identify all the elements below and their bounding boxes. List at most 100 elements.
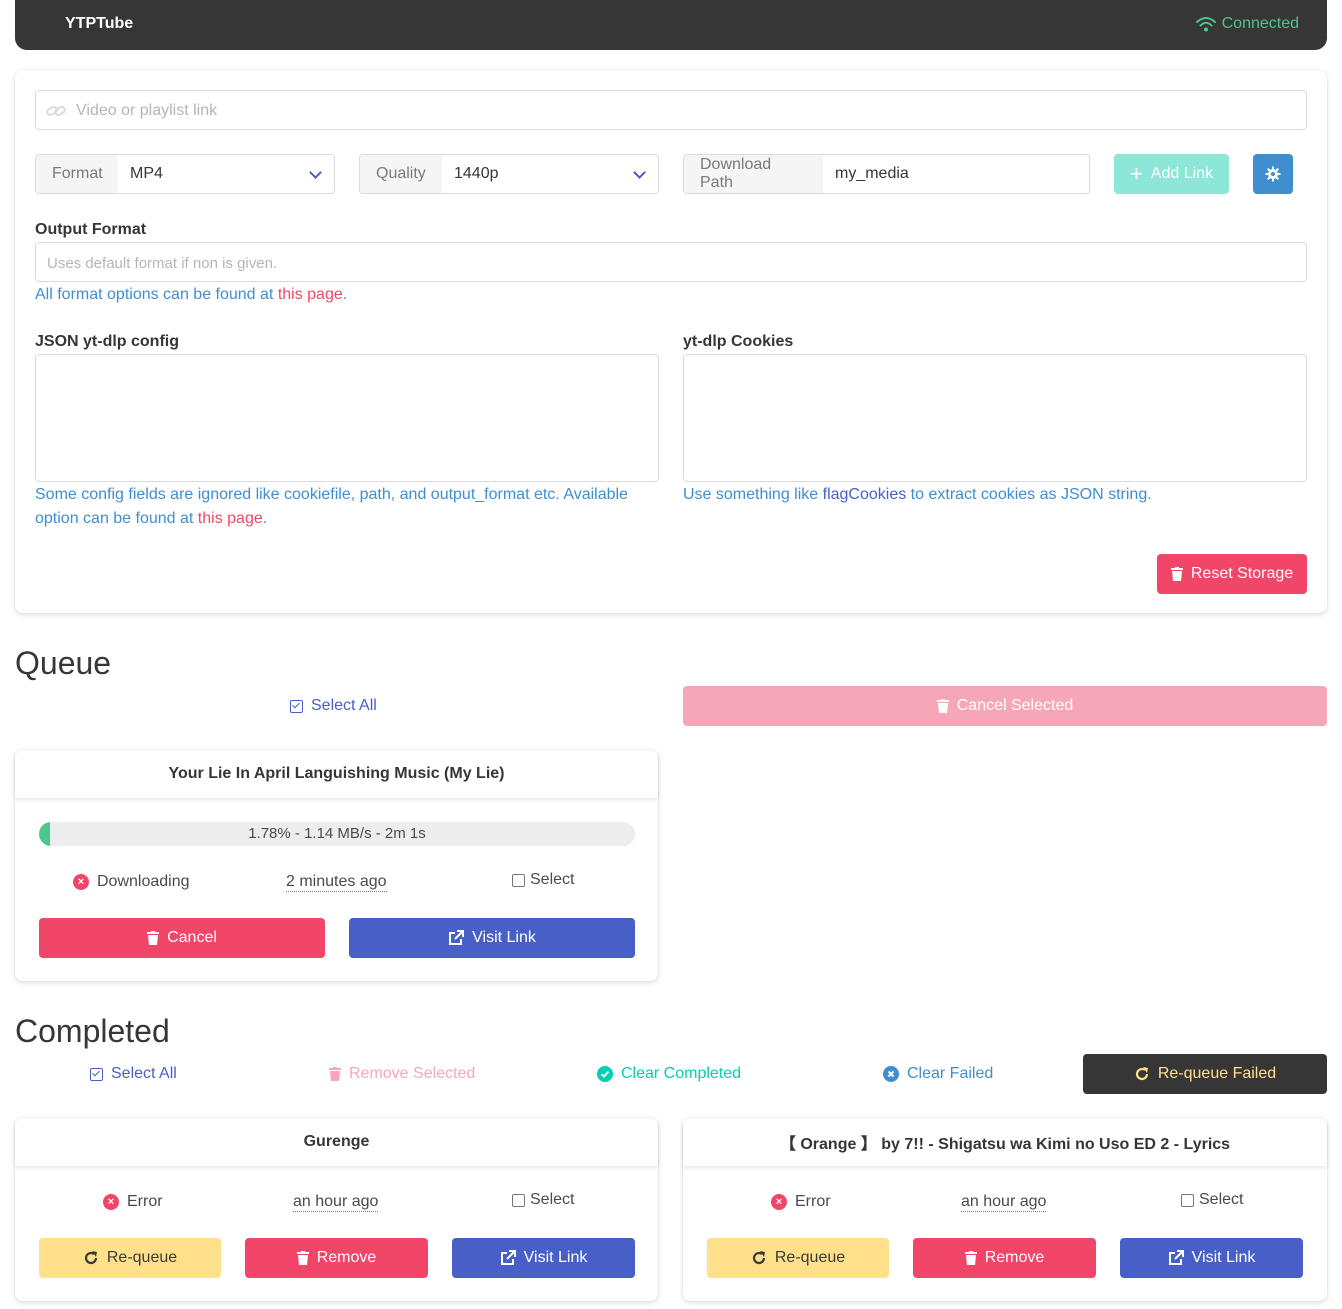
queue-item-select[interactable]: Select <box>512 871 574 889</box>
x-circle-icon <box>883 1066 899 1082</box>
requeue-button[interactable]: Re-queue <box>39 1238 221 1278</box>
format-select[interactable]: MP4 <box>118 154 335 194</box>
remove-selected-label: Remove Selected <box>349 1065 476 1082</box>
completed-status-label: Error <box>127 1193 163 1210</box>
redo-icon <box>1135 1067 1148 1081</box>
completed-select-label: Select <box>1199 1191 1244 1208</box>
config-help-text: Some config fields are ignored like cook… <box>35 486 628 527</box>
requeue-button[interactable]: Re-queue <box>707 1238 889 1278</box>
redo-icon <box>84 1251 97 1265</box>
check-circle-icon <box>597 1066 613 1082</box>
remove-selected-button[interactable]: Remove Selected <box>329 1065 475 1083</box>
progress-text: 1.78% - 1.14 MB/s - 2m 1s <box>248 825 426 842</box>
visit-link-label: Visit Link <box>523 1249 588 1266</box>
completed-item-time: an hour ago <box>961 1193 1047 1212</box>
plus-icon: + <box>1129 161 1143 186</box>
queue-visit-button[interactable]: Visit Link <box>349 918 635 958</box>
clear-failed-button[interactable]: Clear Failed <box>883 1065 993 1083</box>
visit-link-label: Visit Link <box>1191 1249 1256 1266</box>
config-help-suffix: . <box>262 510 268 527</box>
cancel-selected-button[interactable]: Cancel Selected <box>683 686 1327 726</box>
cookies-label: yt-dlp Cookies <box>683 333 794 350</box>
clear-failed-label: Clear Failed <box>907 1065 994 1082</box>
redo-icon <box>752 1251 765 1265</box>
completed-item-select[interactable]: Select <box>1181 1191 1243 1209</box>
remove-label: Remove <box>984 1249 1045 1266</box>
completed-select-label: Select <box>530 1191 575 1208</box>
url-input[interactable]: Video or playlist link <box>35 90 1307 130</box>
completed-item-title: 【 Orange 】 by 7!! - Shigatsu wa Kimi no … <box>683 1118 1327 1166</box>
cookies-help-suffix: to extract cookies as JSON string. <box>906 486 1152 503</box>
cookies-help-link[interactable]: flagCookies <box>823 486 907 503</box>
quality-value: 1440p <box>454 165 499 182</box>
completed-status-label: Error <box>795 1193 831 1210</box>
trash-icon <box>1170 567 1183 581</box>
output-help-link[interactable]: this page <box>278 286 343 303</box>
requeue-label: Re-queue <box>774 1249 846 1266</box>
cancel-selected-label: Cancel Selected <box>956 697 1074 714</box>
wifi-icon <box>1195 17 1216 32</box>
trash-icon <box>936 699 949 713</box>
queue-status-label: Downloading <box>97 873 190 890</box>
remove-button[interactable]: Remove <box>913 1238 1096 1278</box>
chevron-down-icon <box>633 166 646 179</box>
external-link-icon <box>500 1250 516 1265</box>
path-input[interactable]: my_media <box>823 154 1090 194</box>
completed-item-time: an hour ago <box>293 1193 379 1212</box>
completed-select-all-label: Select All <box>111 1065 177 1082</box>
reset-storage-label: Reset Storage <box>1190 565 1294 582</box>
completed-title: Completed <box>15 1013 170 1049</box>
trash-icon <box>147 931 160 945</box>
gear-icon <box>1265 166 1281 182</box>
output-format-input[interactable]: Uses default format if non is given. <box>35 242 1307 282</box>
format-value: MP4 <box>130 165 163 182</box>
output-help-text: All format options can be found at <box>35 286 278 303</box>
quality-select[interactable]: 1440p <box>442 154 659 194</box>
queue-item-status: × Downloading <box>73 873 190 891</box>
trash-icon <box>296 1251 309 1265</box>
external-link-icon <box>449 930 465 945</box>
queue-select-all[interactable]: Select All <box>290 697 377 715</box>
config-help: Some config fields are ignored like cook… <box>35 483 659 531</box>
add-link-button[interactable]: + Add Link <box>1114 154 1229 194</box>
output-format-label: Output Format <box>35 221 147 238</box>
trash-icon <box>329 1067 341 1081</box>
requeue-failed-button[interactable]: Re-queue Failed <box>1083 1054 1327 1094</box>
requeue-label: Re-queue <box>106 1249 178 1266</box>
brand-title[interactable]: YTPTube <box>65 15 133 33</box>
select-checkbox[interactable] <box>1181 1193 1194 1207</box>
cookies-textarea[interactable] <box>683 354 1307 482</box>
config-help-link[interactable]: this page <box>198 510 263 527</box>
queue-item-title: Your Lie In April Languishing Music (My … <box>15 750 658 798</box>
queue-select-label: Select <box>530 871 575 888</box>
completed-item-status: × Error <box>771 1193 831 1211</box>
select-checkbox[interactable] <box>512 873 525 887</box>
reset-storage-button[interactable]: Reset Storage <box>1157 554 1307 594</box>
error-icon: × <box>771 1194 787 1210</box>
select-checkbox[interactable] <box>512 1193 525 1207</box>
error-icon: × <box>103 1194 119 1210</box>
output-format-help: All format options can be found at this … <box>35 283 347 307</box>
add-link-label: Add Link <box>1150 165 1214 182</box>
queue-cancel-button[interactable]: Cancel <box>39 918 325 958</box>
url-placeholder: Video or playlist link <box>76 102 218 119</box>
clear-completed-label: Clear Completed <box>621 1065 742 1082</box>
connection-status: Connected <box>1195 15 1299 33</box>
config-textarea[interactable] <box>35 354 659 482</box>
clear-completed-button[interactable]: Clear Completed <box>597 1065 741 1083</box>
quality-addon: Quality <box>359 154 443 194</box>
checkbox-icon <box>90 1067 103 1081</box>
settings-button[interactable] <box>1253 154 1293 194</box>
error-icon: × <box>73 874 89 890</box>
remove-label: Remove <box>316 1249 377 1266</box>
visit-link-button[interactable]: Visit Link <box>452 1238 635 1278</box>
cookies-help-text: Use something like <box>683 486 823 503</box>
external-link-icon <box>1168 1250 1184 1265</box>
cookies-help: Use something like flagCookies to extrac… <box>683 483 1307 507</box>
completed-select-all[interactable]: Select All <box>90 1065 177 1083</box>
download-progress: 1.78% - 1.14 MB/s - 2m 1s <box>39 822 635 846</box>
visit-link-button[interactable]: Visit Link <box>1120 1238 1303 1278</box>
remove-button[interactable]: Remove <box>245 1238 428 1278</box>
link-icon <box>46 106 66 116</box>
completed-item-select[interactable]: Select <box>512 1191 574 1209</box>
